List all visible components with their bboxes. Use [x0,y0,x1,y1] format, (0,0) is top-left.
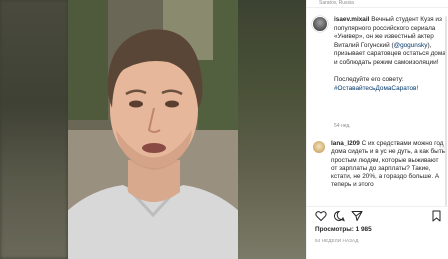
comment-text: С их средствами можно год дома сидеть и … [331,140,445,189]
header-divider [307,7,448,8]
caption-comma: , [429,41,432,49]
caption-line-1: Вечный студент Кузя из [371,16,442,23]
post-caption: isaev.mixail Вечный студент Кузя из попу… [334,16,446,92]
caption-line-4: Виталий Гогунский [334,41,390,49]
actions-divider [307,206,448,207]
bookmark-save-icon[interactable] [431,210,442,222]
views-label: Просмотры: [315,226,354,233]
caption-second-paragraph: Последуйте его совету: [334,76,404,84]
comment-bubble-icon[interactable] [333,210,345,222]
caption-time-ago[interactable]: 54 нед. [334,123,351,129]
views-count: Просмотры: 1 985 [315,226,372,233]
comment-item: lana_l209 С их средствами можно год дома… [331,140,446,190]
caption-hashtag-link[interactable]: #ОставайтесьДомаСаратов! [334,85,418,92]
caption-line-3: «Универ», он же известный актер [334,33,434,41]
caption-line-7: самоизоляции! [394,58,439,66]
caption-mention-link[interactable]: @gogunsky [394,42,428,49]
like-heart-icon[interactable] [315,210,327,222]
comments-scrollbar[interactable] [445,16,447,206]
video-blur-background-left [0,0,68,259]
views-number: 1 985 [355,226,372,233]
author-avatar[interactable] [313,17,327,31]
post-details-panel: Saratov, Russia isaev.mixail Вечный студ… [306,0,448,259]
caption-line-5: призывает саратовцев остаться [334,50,429,58]
commenter-avatar[interactable] [313,141,325,153]
post-actions-bar [315,209,363,223]
post-location[interactable]: Saratov, Russia [319,0,354,6]
video-blur-background-right [238,0,306,259]
video-player[interactable] [0,0,306,259]
comment-author-username[interactable]: lana_l209 [331,140,360,147]
caption-line-2: популярного российского сериала [334,24,436,32]
video-frame[interactable] [68,0,238,259]
post-timestamp[interactable]: 54 НЕДЕЛИ НАЗАД [315,238,358,243]
share-send-icon[interactable] [351,210,363,222]
caption-author-username[interactable]: isaev.mixail [334,16,369,23]
video-person-image [68,0,238,259]
